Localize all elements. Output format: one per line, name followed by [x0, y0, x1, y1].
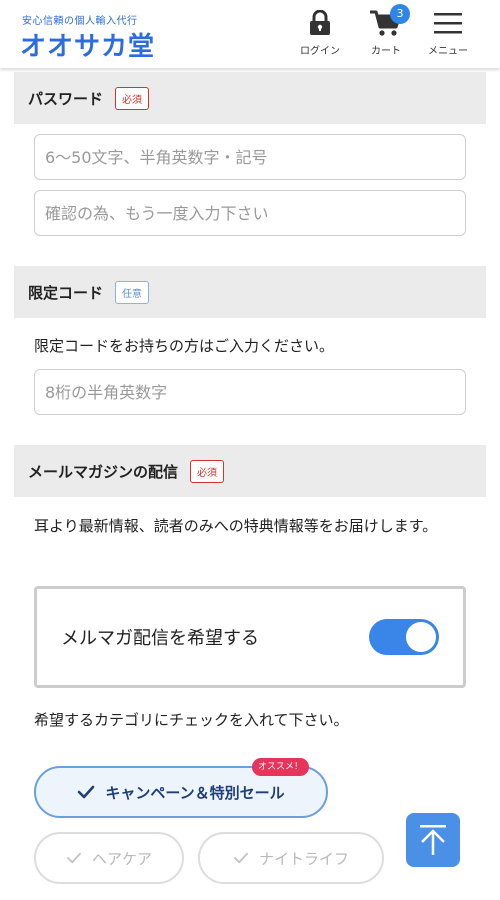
- brand-tagline: 安心信頼の個人輸入代行: [22, 16, 138, 27]
- promo-code-input[interactable]: [34, 369, 466, 415]
- newsletter-description: 耳より最新情報、読者のみへの特典情報等をお届けします。: [34, 517, 438, 535]
- password-section-header: パスワード 必須: [14, 72, 486, 124]
- password-input[interactable]: [34, 134, 466, 180]
- password-confirm-input[interactable]: [34, 190, 466, 236]
- brand-logo[interactable]: オオサカ堂: [20, 26, 155, 63]
- newsletter-toggle-label: メルマガ配信を希望する: [61, 628, 259, 649]
- category-chip-label: ヘアケア: [91, 849, 152, 868]
- lock-icon: [310, 10, 330, 35]
- required-badge: 必須: [115, 86, 150, 110]
- category-chip-nightlife[interactable]: ナイトライフ: [198, 832, 384, 884]
- promo-code-description: 限定コードをお持ちの方はご入力ください。: [34, 337, 335, 355]
- newsletter-toggle-box[interactable]: メルマガ配信を希望する: [34, 586, 466, 688]
- promo-code-section-header: 限定コード 任意: [14, 266, 486, 318]
- category-chip-label: キャンペーン＆特別セール: [105, 783, 285, 802]
- required-badge: 必須: [190, 459, 225, 483]
- recommend-badge: オススメ！: [252, 758, 310, 776]
- menu-label: メニュー: [428, 46, 468, 57]
- newsletter-section-header: メールマガジンの配信 必須: [14, 445, 486, 497]
- password-title: パスワード: [28, 89, 104, 108]
- category-chip-label: ナイトライフ: [258, 849, 349, 868]
- login-button[interactable]: ログイン: [290, 8, 350, 57]
- newsletter-title: メールマガジンの配信: [28, 462, 179, 481]
- arrow-up-icon: [420, 825, 446, 855]
- check-icon: [234, 852, 248, 864]
- scroll-to-top-button[interactable]: [406, 813, 460, 867]
- category-instruction: 希望するカテゴリにチェックを入れて下さい。: [34, 711, 349, 729]
- check-icon: [67, 852, 81, 864]
- hamburger-icon: [434, 13, 462, 34]
- optional-badge: 任意: [115, 280, 150, 304]
- promo-code-title: 限定コード: [28, 283, 104, 302]
- cart-label: カート: [371, 46, 401, 57]
- category-chip-haircare[interactable]: ヘアケア: [34, 832, 184, 884]
- login-label: ログイン: [300, 46, 340, 57]
- cart-count-badge: 3: [390, 4, 410, 24]
- toggle-knob: [406, 622, 436, 652]
- check-icon: [78, 785, 95, 799]
- site-header: 安心信頼の個人輸入代行 オオサカ堂 ログイン 3 カート メニュー: [0, 0, 500, 68]
- newsletter-toggle-switch[interactable]: [369, 619, 439, 655]
- cart-button[interactable]: 3 カート: [356, 4, 416, 57]
- menu-button[interactable]: メニュー: [418, 8, 478, 57]
